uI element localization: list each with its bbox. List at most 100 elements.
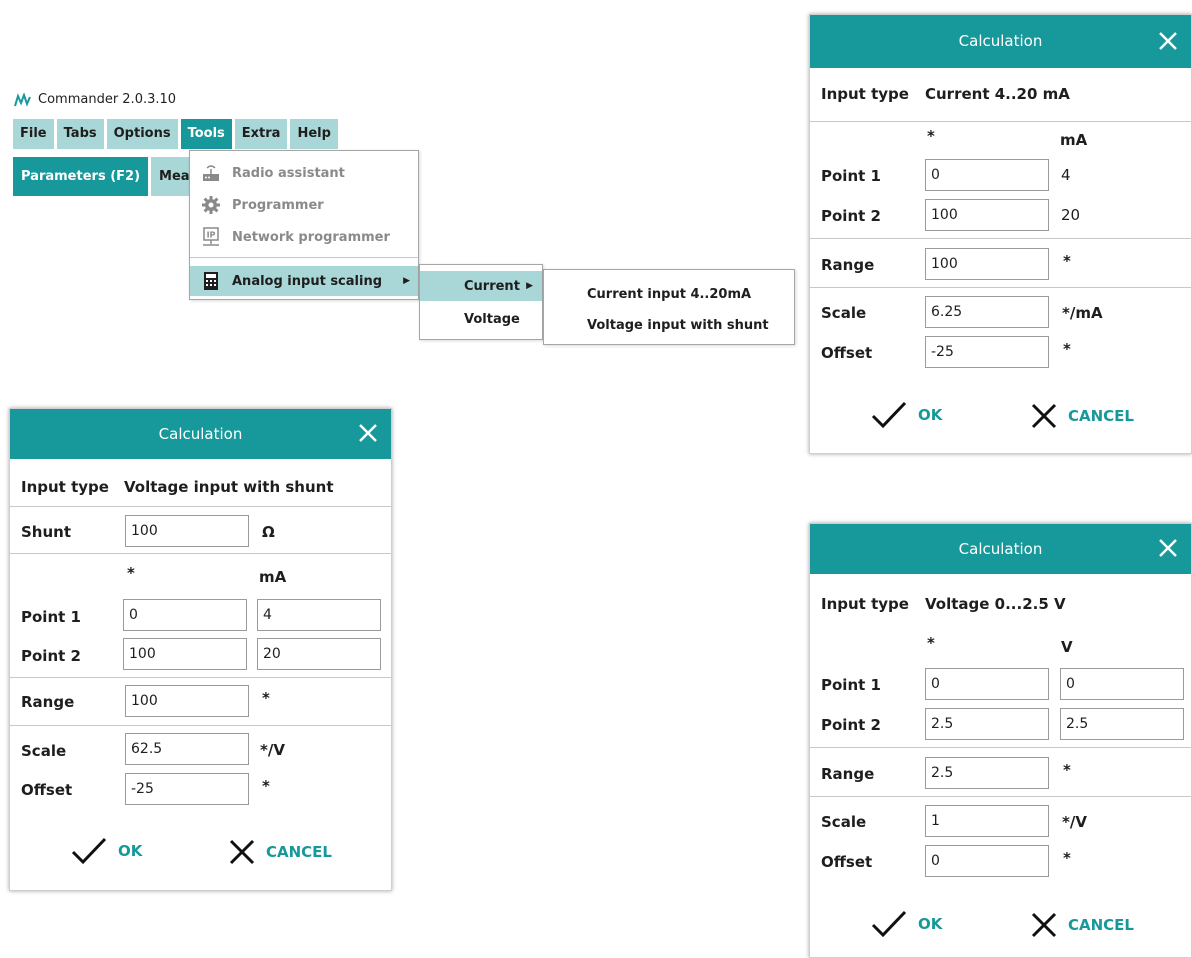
range-label: Range [821, 765, 875, 783]
scale-field[interactable]: 1 [925, 805, 1049, 837]
submenu-arrow-icon: ▶ [403, 276, 410, 286]
point1-input-field[interactable]: 4 [257, 599, 381, 631]
ok-button[interactable]: OK [870, 400, 942, 430]
range-field[interactable]: 100 [925, 248, 1049, 280]
offset-unit: * [262, 777, 270, 795]
point2-label: Point 2 [821, 207, 881, 225]
scale-label: Scale [821, 813, 867, 831]
input-type-label: Input type [821, 595, 909, 613]
menu-separator [190, 257, 418, 258]
point2-output-field[interactable]: 2.5 [925, 708, 1049, 740]
point1-input-field[interactable]: 0 [1060, 668, 1184, 700]
input-type-value: Voltage 0...2.5 V [925, 595, 1066, 613]
ok-label: OK [918, 406, 943, 424]
point1-output-field[interactable]: 0 [123, 599, 247, 631]
column-header-input: V [1061, 638, 1073, 656]
range-unit: * [1063, 761, 1071, 779]
menu-item-label: Analog input scaling [232, 273, 383, 289]
point1-output-field[interactable]: 0 [925, 159, 1049, 191]
close-icon[interactable] [1157, 537, 1179, 559]
menu-item-label: Programmer [232, 197, 324, 213]
cancel-label: CANCEL [266, 843, 332, 861]
close-icon[interactable] [1157, 30, 1179, 52]
point1-label: Point 1 [821, 676, 881, 694]
dialog-title: Calculation [158, 425, 243, 443]
cancel-label: CANCEL [1068, 916, 1134, 934]
offset-field[interactable]: -25 [125, 773, 249, 805]
menu-tools[interactable]: Tools [180, 119, 232, 149]
dialog-header: Calculation [810, 524, 1191, 574]
menu-item-radio-assistant[interactable]: Radio assistant [190, 158, 418, 188]
point1-output-field[interactable]: 0 [925, 668, 1049, 700]
tools-dropdown: Radio assistant Programmer IP Network pr… [189, 150, 419, 300]
cancel-button[interactable]: CANCEL [1030, 402, 1134, 430]
point2-label: Point 2 [21, 647, 81, 665]
menu-item-network-programmer[interactable]: IP Network programmer [190, 222, 418, 252]
point1-label: Point 1 [21, 608, 81, 626]
point1-label: Point 1 [821, 167, 881, 185]
submenu-item-voltage[interactable]: Voltage [420, 304, 542, 334]
point2-output-field[interactable]: 100 [123, 638, 247, 670]
point2-label: Point 2 [821, 716, 881, 734]
point2-output-field[interactable]: 100 [925, 199, 1049, 231]
menu-item-programmer[interactable]: Programmer [190, 190, 418, 220]
cancel-button[interactable]: CANCEL [228, 838, 332, 866]
column-header-output: * [927, 634, 935, 652]
range-field[interactable]: 100 [125, 685, 249, 717]
offset-field[interactable]: 0 [925, 845, 1049, 877]
checkmark-icon [71, 837, 107, 865]
menu-file[interactable]: File [13, 119, 54, 149]
shunt-label: Shunt [21, 523, 72, 541]
menu-options[interactable]: Options [106, 119, 178, 149]
checkmark-icon [871, 910, 907, 938]
divider [810, 121, 1191, 122]
submenu-item-voltage-with-shunt[interactable]: Voltage input with shunt [544, 310, 794, 340]
shunt-field[interactable]: 100 [125, 515, 249, 547]
tab-parameters[interactable]: Parameters (F2) [13, 157, 149, 196]
menu-extra[interactable]: Extra [234, 119, 288, 149]
dialog-header: Calculation [810, 15, 1191, 68]
divider [10, 553, 391, 554]
divider [810, 238, 1191, 239]
range-unit: * [1063, 252, 1071, 270]
calculation-dialog-shunt: Calculation Input type Voltage input wit… [9, 408, 392, 891]
point1-input-value: 4 [1061, 166, 1071, 184]
cancel-button[interactable]: CANCEL [1030, 911, 1134, 939]
point2-input-field[interactable]: 2.5 [1060, 708, 1184, 740]
ok-button[interactable]: OK [70, 836, 142, 866]
column-header-output: * [927, 127, 935, 145]
ok-label: OK [918, 915, 943, 933]
scale-field[interactable]: 62.5 [125, 733, 249, 765]
divider [810, 747, 1191, 748]
point2-input-value: 20 [1061, 206, 1081, 224]
scale-unit: */V [260, 741, 285, 759]
range-field[interactable]: 2.5 [925, 757, 1049, 789]
scale-field[interactable]: 6.25 [925, 296, 1049, 328]
dialog-header: Calculation [10, 409, 391, 459]
app-title-bar: Commander 2.0.3.10 [14, 92, 176, 107]
dialog-title: Calculation [958, 540, 1043, 558]
ok-button[interactable]: OK [870, 909, 942, 939]
menu-bar: File Tabs Options Tools Extra Help [13, 119, 341, 149]
submenu-item-current-input[interactable]: Current input 4..20mA [544, 279, 794, 309]
column-header-input: mA [259, 568, 287, 586]
submenu-arrow-icon: ▶ [526, 281, 533, 291]
divider [10, 506, 391, 507]
input-type-value: Voltage input with shunt [124, 478, 334, 496]
cancel-x-icon [1031, 403, 1057, 429]
offset-field[interactable]: -25 [925, 336, 1049, 368]
menu-item-analog-input-scaling[interactable]: Analog input scaling ▶ [190, 266, 418, 296]
close-icon[interactable] [357, 422, 379, 444]
menu-tabs[interactable]: Tabs [56, 119, 104, 149]
range-label: Range [821, 256, 875, 274]
menu-help[interactable]: Help [290, 119, 338, 149]
range-label: Range [21, 693, 75, 711]
submenu-item-current[interactable]: Current ▶ [420, 271, 542, 301]
radio-icon [200, 163, 222, 183]
input-type-label: Input type [821, 85, 909, 103]
point2-input-field[interactable]: 20 [257, 638, 381, 670]
offset-unit: * [1063, 849, 1071, 867]
range-unit: * [262, 689, 270, 707]
tab-bar: Parameters (F2) Mea [13, 157, 201, 196]
calculation-dialog-voltage: Calculation Input type Voltage 0...2.5 V… [809, 523, 1192, 958]
